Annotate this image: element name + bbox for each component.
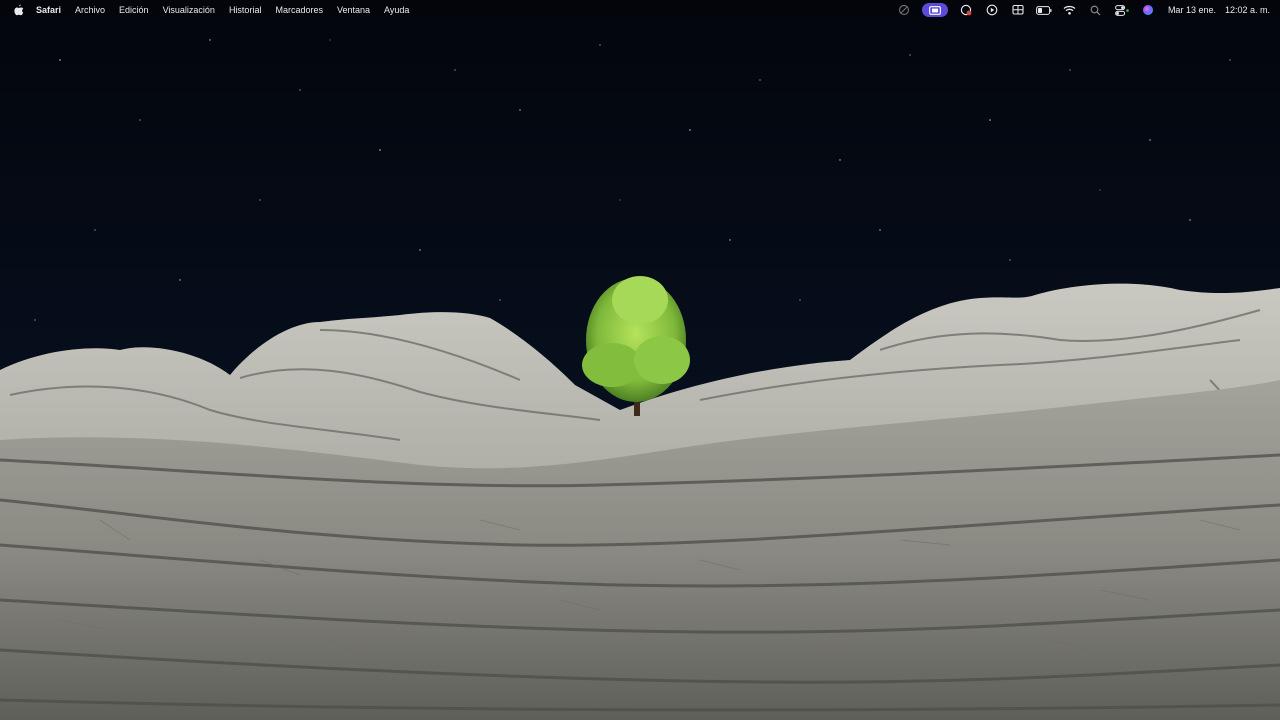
apple-icon[interactable] [12,3,26,17]
menu-bar-clock[interactable]: Mar 13 ene. 12:02 a. m. [1168,5,1270,15]
siri-icon[interactable] [1140,2,1156,18]
control-center-icon[interactable] [1114,2,1130,18]
play-icon[interactable] [984,2,1000,18]
menu-archivo[interactable]: Archivo [75,0,105,20]
menu-edicion[interactable]: Edición [119,0,149,20]
menu-marcadores[interactable]: Marcadores [275,0,323,20]
spotlight-icon[interactable] [1088,2,1104,18]
wifi-icon[interactable] [1062,2,1078,18]
menu-ayuda[interactable]: Ayuda [384,0,409,20]
screen-record-icon[interactable] [896,2,912,18]
menu-ventana[interactable]: Ventana [337,0,370,20]
menu-historial[interactable]: Historial [229,0,262,20]
battery-icon[interactable] [1036,2,1052,18]
vpn-icon[interactable] [958,2,974,18]
desktop-wallpaper [0,0,1280,720]
clock-date: Mar 13 ene. [1167,5,1216,15]
menu-visualizacion[interactable]: Visualización [163,0,215,20]
menu-bar-right: Mar 13 ene. 12:02 a. m. [886,0,1280,20]
stage-manager-icon[interactable] [921,3,948,17]
menu-bar: Safari Archivo Edición Visualización His… [0,0,1280,20]
menu-bar-left: Safari Archivo Edición Visualización His… [0,0,423,20]
menu-app-safari[interactable]: Safari [36,0,61,20]
screen-mirroring-icon[interactable] [1010,2,1026,18]
clock-time: 12:02 a. m. [1224,5,1270,15]
